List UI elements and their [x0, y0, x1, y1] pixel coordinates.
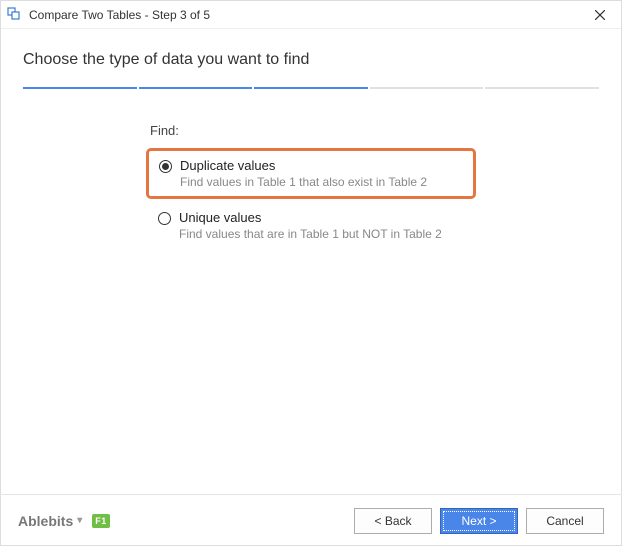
progress-step-5 — [485, 87, 599, 89]
wizard-content: Choose the type of data you want to find… — [1, 29, 621, 250]
option-unique[interactable]: Unique values Find values that are in Ta… — [146, 201, 476, 250]
option-duplicate-desc: Find values in Table 1 that also exist i… — [180, 175, 427, 189]
footer: Ablebits ▾ F1 < Back Next > Cancel — [0, 494, 622, 546]
close-button[interactable] — [585, 2, 615, 28]
back-button[interactable]: < Back — [354, 508, 432, 534]
next-button[interactable]: Next > — [440, 508, 518, 534]
radio-unique[interactable] — [158, 212, 171, 225]
progress-step-1 — [23, 87, 137, 89]
progress-step-2 — [139, 87, 253, 89]
brand-label: Ablebits — [18, 513, 73, 529]
page-heading: Choose the type of data you want to find — [23, 51, 599, 69]
progress-step-3 — [254, 87, 368, 89]
app-icon — [7, 7, 23, 23]
progress-step-4 — [370, 87, 484, 89]
radio-duplicate[interactable] — [159, 160, 172, 173]
chevron-down-icon: ▾ — [77, 515, 82, 526]
window-title: Compare Two Tables - Step 3 of 5 — [29, 8, 585, 22]
option-duplicate-label: Duplicate values — [180, 158, 427, 173]
find-label: Find: — [150, 123, 476, 138]
help-badge[interactable]: F1 — [92, 514, 110, 528]
titlebar: Compare Two Tables - Step 3 of 5 — [1, 1, 621, 29]
option-unique-label: Unique values — [179, 210, 442, 225]
step-progress — [23, 87, 599, 89]
brand-menu[interactable]: Ablebits ▾ — [18, 513, 82, 529]
option-unique-desc: Find values that are in Table 1 but NOT … — [179, 227, 442, 241]
cancel-button[interactable]: Cancel — [526, 508, 604, 534]
option-duplicate[interactable]: Duplicate values Find values in Table 1 … — [146, 148, 476, 199]
find-options: Find: Duplicate values Find values in Ta… — [146, 123, 476, 250]
